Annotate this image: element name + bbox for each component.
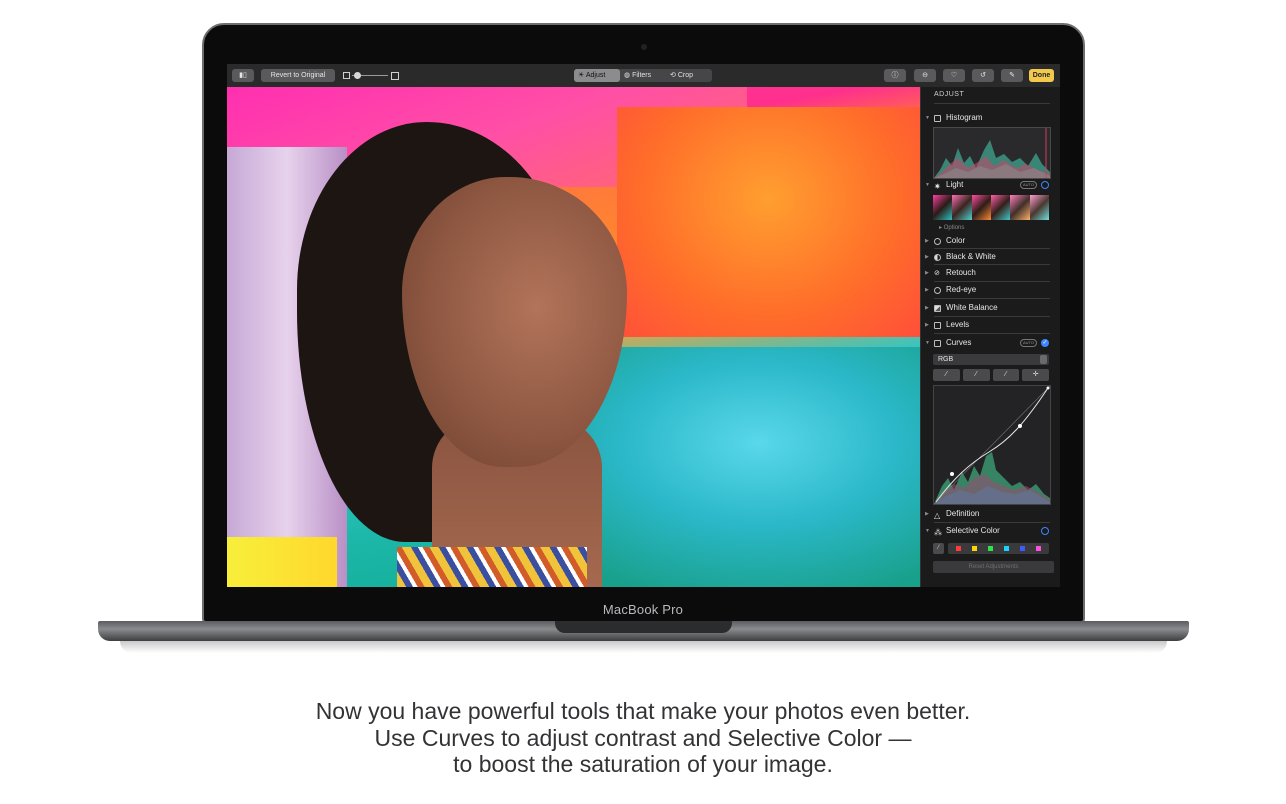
definition-triangle-icon: △ <box>934 511 941 520</box>
options-toggle[interactable]: ▸ Options <box>939 224 964 231</box>
swatch-yellow[interactable] <box>972 546 977 551</box>
section-light[interactable]: ▼ ✷ Light AUTO <box>925 179 1055 193</box>
caption-line-1: Now you have powerful tools that make yo… <box>315 698 971 724</box>
info-button[interactable]: ⓘ <box>884 69 906 82</box>
auto-button[interactable]: AUTO <box>1020 339 1038 347</box>
swatch-cyan[interactable] <box>1004 546 1009 551</box>
adjust-sidebar: ADJUST ▼ Histogram ▼ ✷ Light AUTO ▸ Opti… <box>920 87 1060 587</box>
favorite-heart-icon[interactable]: ♡ <box>943 69 965 82</box>
checkmark-icon[interactable]: ✓ <box>1041 339 1049 347</box>
caption-line-2: Use Curves to adjust contrast and Select… <box>374 724 912 751</box>
black-white-icon <box>934 254 941 261</box>
swatch-red[interactable] <box>956 546 961 551</box>
white-balance-icon <box>934 305 941 312</box>
section-curves[interactable]: ▼ Curves AUTO ✓ <box>925 337 1055 351</box>
swatch-magenta[interactable] <box>1036 546 1041 551</box>
color-swatches <box>948 543 1049 554</box>
zoom-in-icon[interactable] <box>391 72 399 80</box>
sun-icon: ✷ <box>934 182 941 191</box>
swatch-blue[interactable] <box>1020 546 1025 551</box>
disclosure-open-icon: ▼ <box>925 182 930 188</box>
curve-pickers: ⁄ ⁄ ⁄ ✛ <box>933 369 1049 381</box>
photos-app-window: ▮▯ Revert to Original ☀ Adjust ◍ Filters… <box>227 64 1060 587</box>
magic-wand-icon[interactable]: ✎ <box>1001 69 1023 82</box>
disclosure-closed-icon: ▶ <box>925 511 929 517</box>
compare-toggle-button[interactable]: ▮▯ <box>232 69 254 82</box>
sidebar-title: ADJUST <box>934 91 965 98</box>
disclosure-closed-icon: ▶ <box>925 254 929 260</box>
eyedropper-icon[interactable]: ⁄ <box>933 543 944 554</box>
gray-point-eyedropper-icon[interactable]: ⁄ <box>962 369 990 381</box>
histogram-graph <box>933 127 1051 179</box>
reset-adjustments-button[interactable]: Reset Adjustments <box>933 561 1054 573</box>
disclosure-closed-icon: ▶ <box>925 270 929 276</box>
section-selective-color[interactable]: ▼ ⁂ Selective Color <box>925 525 1055 539</box>
curves-icon <box>934 340 941 347</box>
done-button[interactable]: Done <box>1029 69 1054 82</box>
auto-button[interactable]: AUTO <box>1020 181 1038 189</box>
curves-graph[interactable] <box>933 385 1051 505</box>
section-retouch[interactable]: ▶ ⊘ Retouch <box>925 267 1055 281</box>
bandage-icon: ⊘ <box>934 270 940 277</box>
toggle-circle-icon[interactable] <box>1041 181 1049 189</box>
section-white-balance[interactable]: ▶ White Balance <box>925 302 1055 316</box>
crop-icon: ⟲ <box>670 72 676 79</box>
chevron-updown-icon <box>1040 355 1047 364</box>
color-icon <box>934 238 941 245</box>
section-color[interactable]: ▶ Color <box>925 235 1055 249</box>
camera-icon <box>641 44 647 50</box>
rotate-button[interactable]: ↺ <box>972 69 994 82</box>
light-thumbnail-strip[interactable] <box>933 195 1049 220</box>
section-histogram[interactable]: ▼ Histogram <box>925 112 1055 126</box>
zoom-slider-knob[interactable] <box>354 72 361 79</box>
disclosure-closed-icon: ▶ <box>925 287 929 293</box>
caption-line-3: to boost the saturation of your image. <box>453 751 833 777</box>
revert-button[interactable]: Revert to Original <box>261 69 335 82</box>
photo-canvas[interactable] <box>227 87 920 587</box>
disclosure-closed-icon: ▶ <box>925 305 929 311</box>
zoom-out-icon[interactable] <box>343 72 350 79</box>
marketing-caption: Now you have powerful tools that make yo… <box>0 698 1286 778</box>
black-point-eyedropper-icon[interactable]: ⁄ <box>933 369 960 381</box>
more-button[interactable]: ⊖ <box>914 69 936 82</box>
swatch-green[interactable] <box>988 546 993 551</box>
eye-icon <box>934 287 941 294</box>
white-point-eyedropper-icon[interactable]: ⁄ <box>992 369 1020 381</box>
histogram-icon <box>934 115 941 122</box>
section-red-eye[interactable]: ▶ Red-eye <box>925 284 1055 298</box>
tab-adjust[interactable]: ☀ Adjust <box>574 69 620 82</box>
disclosure-open-icon: ▼ <box>925 340 930 346</box>
disclosure-closed-icon: ▶ <box>925 238 929 244</box>
edit-mode-tabs: ☀ Adjust ◍ Filters ⟲ Crop <box>574 69 712 82</box>
section-black-white[interactable]: ▶ Black & White <box>925 251 1055 265</box>
tab-filters[interactable]: ◍ Filters <box>624 69 668 82</box>
tab-crop[interactable]: ⟲ Crop <box>670 69 710 82</box>
sun-icon: ☀ <box>578 72 585 79</box>
filters-icon: ◍ <box>624 72 631 79</box>
rgb-channel-select[interactable]: RGB <box>933 354 1049 365</box>
add-point-icon[interactable]: ✛ <box>1022 369 1049 381</box>
disclosure-open-icon: ▼ <box>925 528 930 534</box>
laptop-notch <box>555 621 732 633</box>
section-definition[interactable]: ▶ △ Definition <box>925 508 1055 522</box>
selective-color-icon: ⁂ <box>934 528 942 537</box>
levels-icon <box>934 322 941 329</box>
toggle-circle-icon[interactable] <box>1041 527 1049 535</box>
disclosure-open-icon: ▼ <box>925 115 930 121</box>
laptop-brand-label: MacBook Pro <box>602 602 684 617</box>
section-levels[interactable]: ▶ Levels <box>925 319 1055 333</box>
app-toolbar: ▮▯ Revert to Original ☀ Adjust ◍ Filters… <box>227 64 1060 87</box>
disclosure-closed-icon: ▶ <box>925 322 929 328</box>
selective-color-picker: ⁄ <box>933 543 1049 555</box>
